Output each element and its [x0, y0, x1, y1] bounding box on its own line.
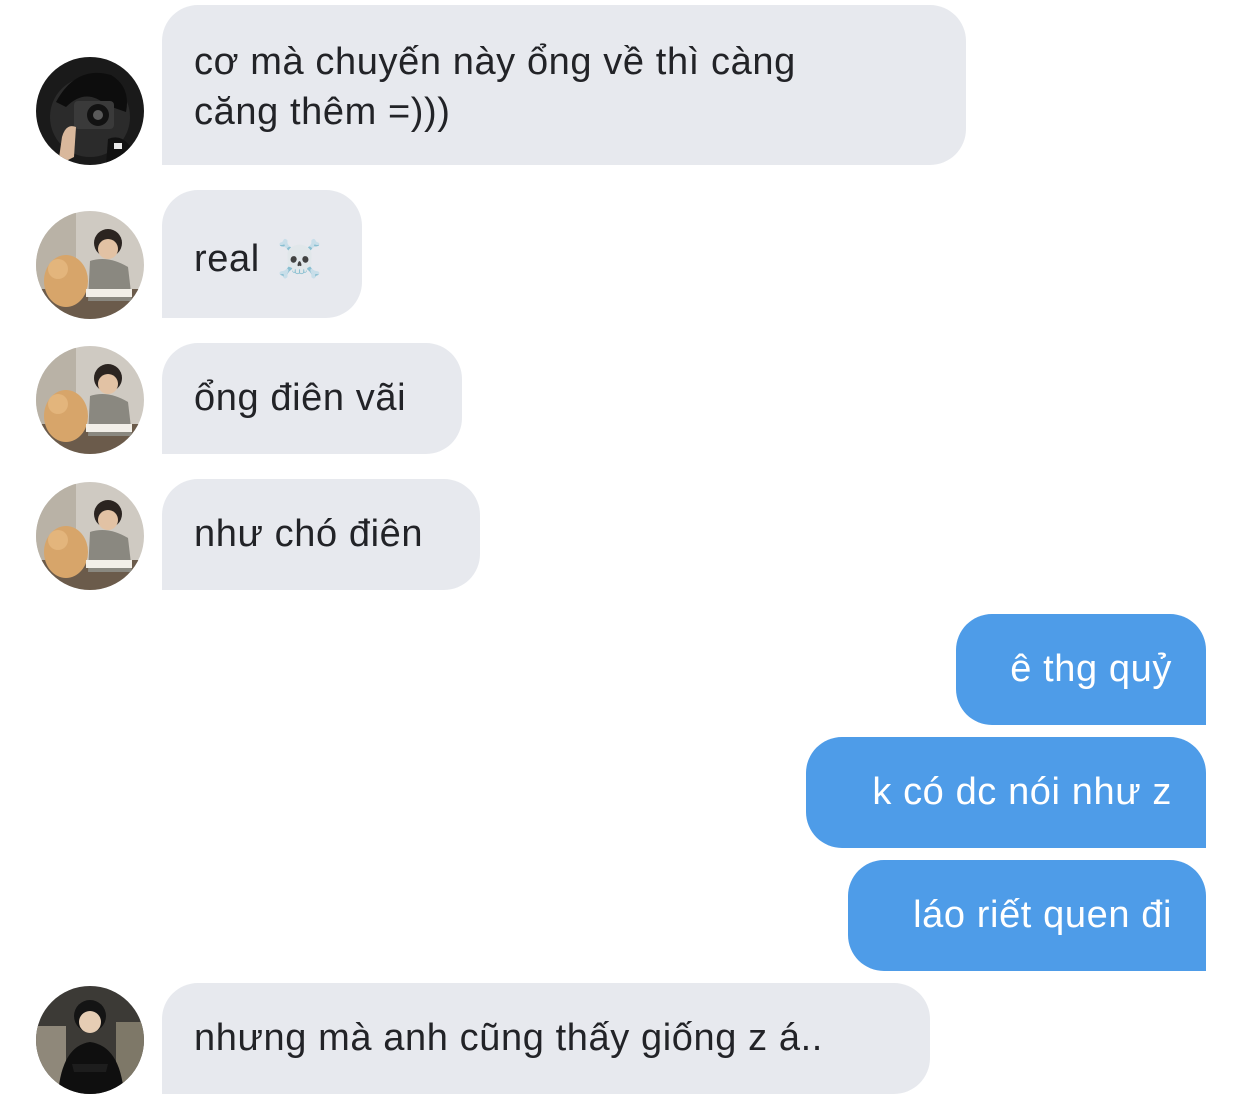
- message-bubble[interactable]: như chó điên: [162, 479, 480, 590]
- message-bubble[interactable]: ê thg quỷ: [956, 614, 1206, 725]
- message-text: như chó điên: [194, 513, 424, 555]
- person-in-black-avatar[interactable]: [36, 986, 144, 1094]
- message-text: k có dc nói như z: [872, 771, 1172, 813]
- person-with-cat-avatar[interactable]: [36, 346, 144, 454]
- message-text: ổng điên vãi: [194, 377, 407, 419]
- message-text: ê thg quỷ: [1010, 648, 1172, 690]
- message-text-line: cơ mà chuyến này ổng về thì càng: [194, 41, 796, 83]
- skull-crossbones-emoji: ☠️: [276, 239, 323, 280]
- message-bubble[interactable]: cơ mà chuyến này ổng về thì càng căng th…: [162, 5, 966, 165]
- message-bubble[interactable]: ổng điên vãi: [162, 343, 462, 454]
- camera-photographer-avatar[interactable]: [36, 57, 144, 165]
- message-text: real: [194, 238, 260, 280]
- message-text: nhưng mà anh cũng thấy giống z á..: [194, 1017, 823, 1059]
- message-bubble[interactable]: k có dc nói như z: [806, 737, 1206, 848]
- person-with-cat-avatar[interactable]: [36, 482, 144, 590]
- message-text: láo riết quen đi: [913, 894, 1172, 936]
- message-bubble[interactable]: real ☠️: [162, 190, 362, 318]
- person-with-cat-avatar[interactable]: [36, 211, 144, 319]
- message-bubble[interactable]: nhưng mà anh cũng thấy giống z á..: [162, 983, 930, 1094]
- message-bubble[interactable]: láo riết quen đi: [848, 860, 1206, 971]
- message-text-line: căng thêm =))): [194, 91, 451, 133]
